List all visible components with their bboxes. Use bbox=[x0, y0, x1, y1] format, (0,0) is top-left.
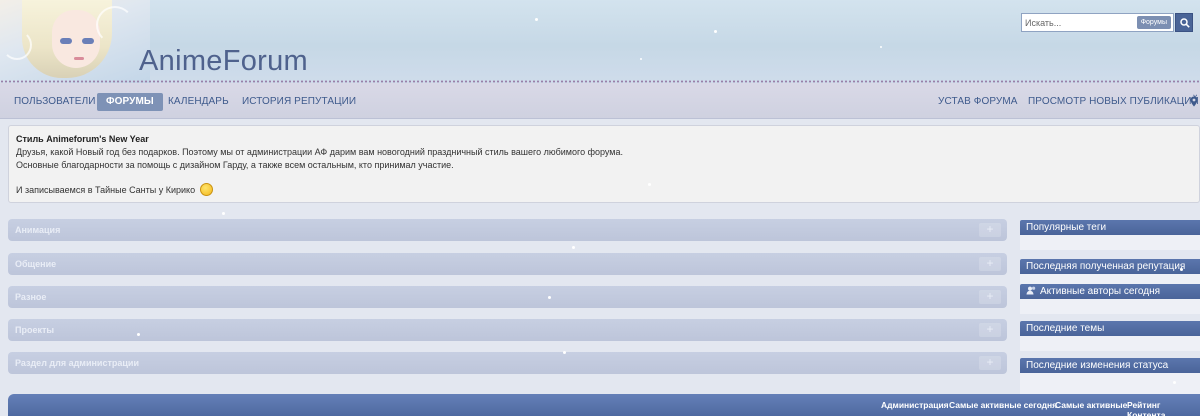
category-title[interactable]: Проекты bbox=[15, 325, 54, 335]
search-box: Форумы bbox=[1021, 13, 1174, 32]
sidebar-block-title-row[interactable]: Активные авторы сегодня bbox=[1020, 284, 1200, 299]
site-header: AnimeForum bbox=[0, 0, 1200, 83]
nav-forums[interactable]: ФОРУМЫ bbox=[97, 93, 163, 111]
sidebar-block-title[interactable]: Последняя полученная репутация bbox=[1020, 259, 1200, 274]
header-artwork bbox=[0, 0, 150, 83]
footer-link-administration[interactable]: Администрация bbox=[881, 400, 949, 410]
plus-icon[interactable]: + bbox=[979, 356, 1001, 370]
plus-icon[interactable]: + bbox=[979, 257, 1001, 271]
category-title[interactable]: Общение bbox=[15, 259, 56, 269]
nav-forum-rules[interactable]: УСТАВ ФОРУМА bbox=[938, 93, 1018, 111]
search-button[interactable] bbox=[1175, 13, 1193, 32]
search-input[interactable] bbox=[1025, 16, 1135, 29]
forum-category[interactable]: Анимация + bbox=[8, 219, 1007, 241]
announcement-line: Основные благодарности за помощь с дизай… bbox=[16, 160, 454, 170]
forum-category[interactable]: Проекты + bbox=[8, 319, 1007, 341]
plus-icon[interactable]: + bbox=[979, 223, 1001, 237]
sidebar-block-title[interactable]: Популярные теги bbox=[1020, 220, 1200, 235]
forum-category[interactable]: Раздел для администрации + bbox=[8, 352, 1007, 374]
footer-link-most-active[interactable]: Самые активные bbox=[1055, 400, 1127, 410]
users-icon bbox=[1026, 286, 1036, 295]
footer-link-most-active-today[interactable]: Самые активные сегодня bbox=[949, 400, 1057, 410]
sidebar-block-title[interactable]: Последние темы bbox=[1020, 321, 1200, 336]
nav-reputation-history[interactable]: ИСТОРИЯ РЕПУТАЦИИ bbox=[242, 93, 356, 111]
sidebar-latest-topics: Последние темы bbox=[1020, 321, 1200, 351]
announcement-line: Друзья, какой Новый год без подарков. По… bbox=[16, 147, 623, 157]
announcement: Стиль Animeforum's New Year Друзья, како… bbox=[8, 125, 1200, 203]
sidebar-active-authors: Активные авторы сегодня bbox=[1020, 284, 1200, 314]
site-title[interactable]: AnimeForum bbox=[139, 45, 308, 78]
plus-icon[interactable]: + bbox=[979, 290, 1001, 304]
main-nav: ПОЛЬЗОВАТЕЛИ ФОРУМЫ КАЛЕНДАРЬ ИСТОРИЯ РЕ… bbox=[0, 83, 1200, 119]
category-title[interactable]: Раздел для администрации bbox=[15, 358, 139, 368]
announcement-last-line: И записываемся в Тайные Санты у Кирико bbox=[16, 183, 213, 197]
search-icon bbox=[1180, 18, 1190, 28]
plus-icon[interactable]: + bbox=[979, 323, 1001, 337]
announcement-line: И записываемся в Тайные Санты у Кирико bbox=[16, 184, 196, 195]
forum-category[interactable]: Разное + bbox=[8, 286, 1007, 308]
footer-bar: Администрация Самые активные сегодня Сам… bbox=[8, 394, 1200, 416]
nav-new-posts[interactable]: ПРОСМОТР НОВЫХ ПУБЛИКАЦИЙ bbox=[1028, 93, 1199, 111]
smiley-icon bbox=[199, 183, 213, 196]
sidebar-block-title: Активные авторы сегодня bbox=[1040, 286, 1160, 297]
search-scope-button[interactable]: Форумы bbox=[1136, 16, 1171, 29]
sidebar-popular-tags: Популярные теги bbox=[1020, 220, 1200, 250]
nav-users[interactable]: ПОЛЬЗОВАТЕЛИ bbox=[14, 93, 96, 111]
footer-link-content-rating[interactable]: Рейтинг Контента bbox=[1127, 400, 1200, 416]
forum-category[interactable]: Общение + bbox=[8, 253, 1007, 275]
nav-calendar[interactable]: КАЛЕНДАРЬ bbox=[168, 93, 229, 111]
category-title[interactable]: Анимация bbox=[15, 225, 60, 235]
sidebar-block-title[interactable]: Последние изменения статуса bbox=[1020, 358, 1200, 373]
announcement-title: Стиль Animeforum's New Year bbox=[16, 134, 149, 144]
map-pin-icon[interactable] bbox=[1190, 96, 1198, 107]
category-title[interactable]: Разное bbox=[15, 292, 46, 302]
